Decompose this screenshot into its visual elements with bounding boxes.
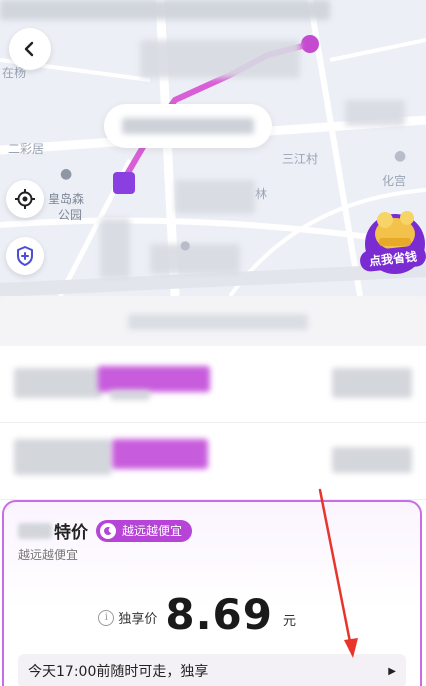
special-price-card[interactable]: 特价 越远越便宜 越远越便宜 i 独享价 8.69 元 今天17:00前随时可走…: [2, 500, 422, 686]
obscured-area: [98, 366, 210, 392]
obscured-area: [14, 368, 102, 398]
obscured-area: [100, 218, 130, 278]
card-subtitle: 越远越便宜: [18, 548, 79, 562]
obscured-area: [110, 390, 150, 400]
obscured-area: [140, 40, 300, 78]
poi-pin-icon: ●: [394, 148, 407, 164]
locate-button[interactable]: [6, 180, 44, 218]
map-label: 林: [255, 187, 268, 201]
app-screen: 在杨 二彩居 皇岛森 公园 林 化宫 三江村 ● ● ● 点我省钱 特价 越远越…: [0, 0, 426, 686]
price-unit: 元: [282, 614, 296, 629]
map-label: 三江村: [282, 152, 319, 166]
route-info-bubble[interactable]: [104, 104, 272, 148]
obscured-area: [0, 0, 330, 20]
discount-tag: 越远越便宜: [96, 519, 193, 542]
destination-marker: [301, 35, 319, 53]
obscured-area: [112, 439, 208, 469]
map-label: 化宫: [382, 174, 407, 188]
obscured-area: [332, 368, 412, 398]
poi-pin-icon: ●: [180, 238, 191, 252]
obscured-area: [332, 447, 412, 473]
ride-options-sheet: 特价 越远越便宜 越远越便宜 i 独享价 8.69 元 今天17:00前随时可走…: [0, 296, 426, 686]
price-row: i 独享价 8.69 元: [98, 594, 296, 636]
map-label: 皇岛森: [48, 192, 85, 206]
play-arrow-icon: ▶: [388, 665, 396, 677]
departure-notice[interactable]: 今天17:00前随时可走，独享 ▶: [18, 654, 406, 686]
origin-marker: [113, 172, 135, 194]
route-map[interactable]: 在杨 二彩居 皇岛森 公园 林 化宫 三江村 ● ● ● 点我省钱: [0, 0, 426, 296]
ride-option-row[interactable]: [0, 346, 426, 423]
safety-button[interactable]: [6, 237, 44, 275]
map-label: 公园: [58, 208, 83, 222]
card-title-row: 特价 越远越便宜: [18, 518, 193, 543]
obscured-area: [122, 118, 254, 134]
discount-tag-label: 越远越便宜: [122, 524, 183, 538]
obscured-area: [175, 180, 255, 214]
obscured-area: [150, 244, 240, 274]
price-label: 独享价: [118, 612, 158, 627]
crosshair-icon: [15, 189, 35, 209]
ride-option-row[interactable]: [0, 423, 426, 500]
obscured-area: [345, 100, 405, 126]
price-value: 8.69: [165, 590, 273, 639]
poi-pin-icon: ●: [60, 166, 73, 182]
obscured-area: [128, 314, 308, 330]
moon-icon: [100, 522, 116, 539]
obscured-area: [18, 522, 52, 539]
notice-text: 今天17:00前随时可走，独享: [28, 664, 209, 680]
shield-plus-icon: [17, 246, 33, 266]
map-label: 二彩居: [8, 142, 45, 156]
back-button[interactable]: [9, 28, 51, 70]
chevron-left-icon: [24, 41, 34, 57]
obscured-area: [14, 439, 112, 475]
sheet-header: [0, 296, 426, 346]
card-title: 特价: [54, 523, 88, 543]
info-icon[interactable]: i: [98, 610, 115, 626]
